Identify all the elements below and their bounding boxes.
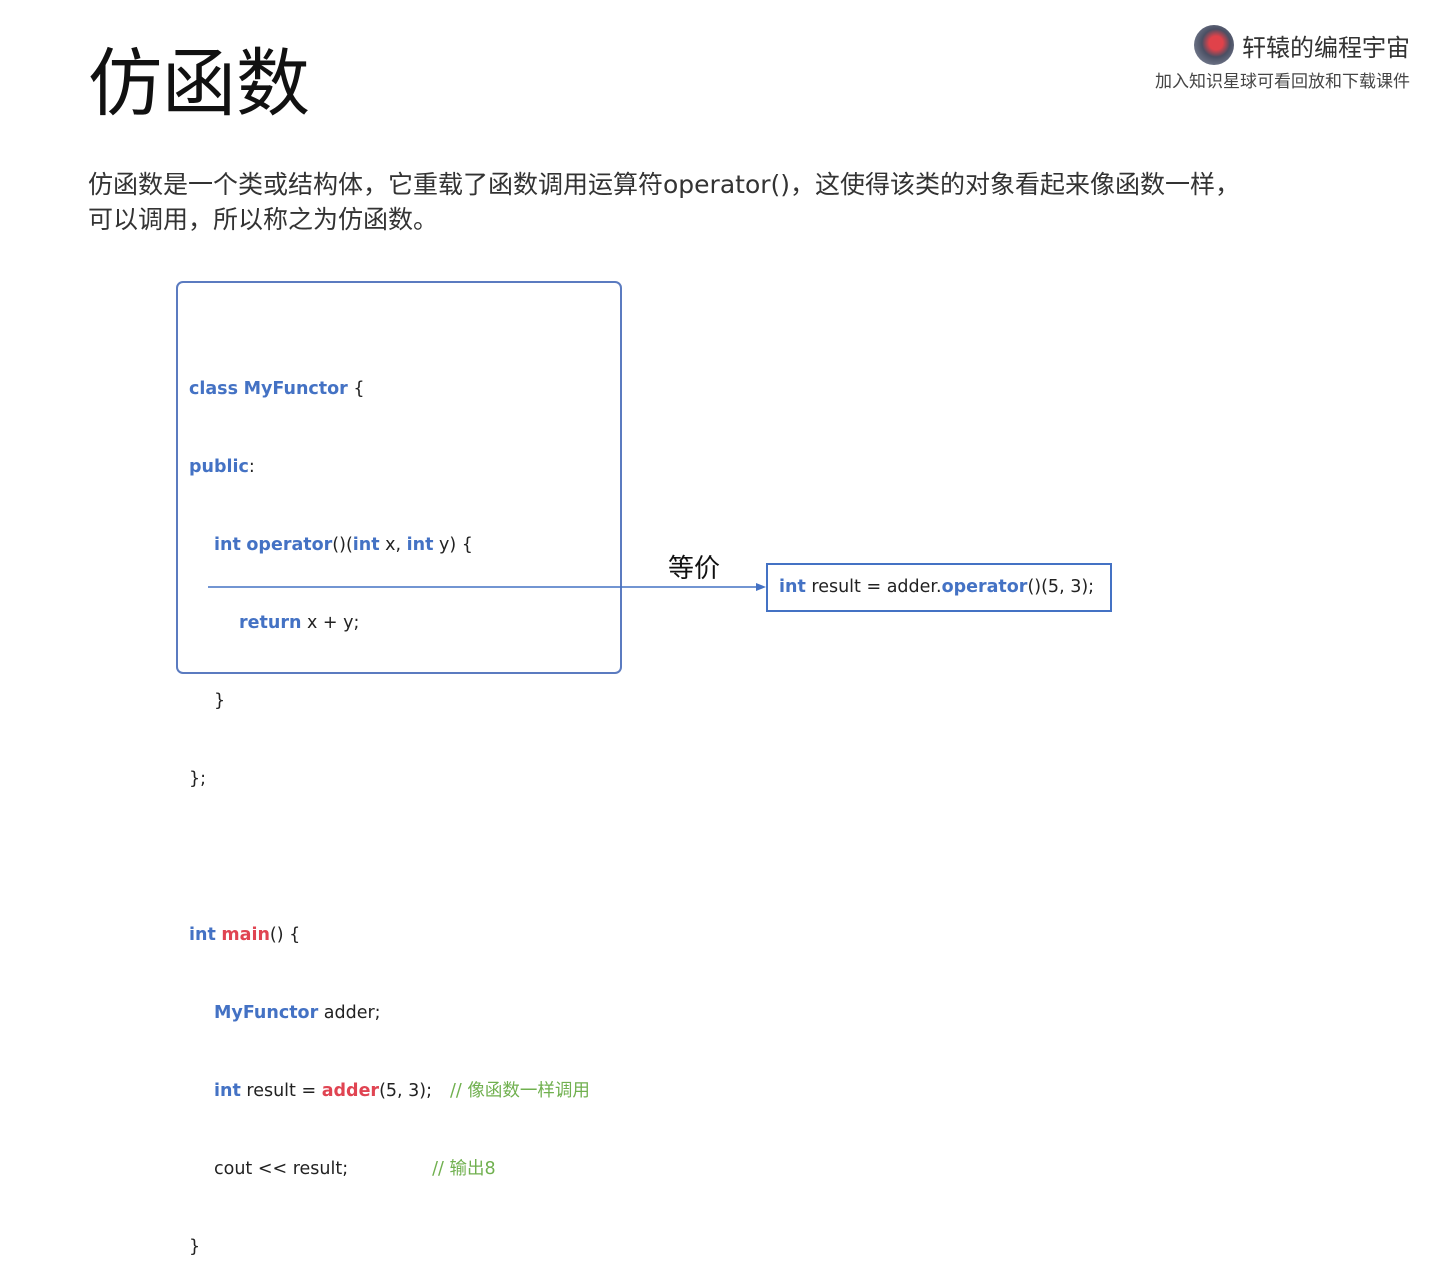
arrow-head: [756, 583, 766, 591]
code-text: ()(5, 3);: [1027, 577, 1095, 597]
code-text: cout << result;: [214, 1159, 349, 1179]
code-comment: // 输出8: [432, 1159, 496, 1179]
equivalent-code-box: int result = adder.operator()(5, 3);: [766, 563, 1112, 612]
code-comment: // 像函数一样调用: [450, 1081, 590, 1101]
code-text: }: [189, 1237, 201, 1257]
type-name: MyFunctor: [214, 1003, 319, 1023]
function-name: main: [221, 925, 270, 945]
code-text: result =: [240, 1081, 322, 1101]
code-text: () {: [269, 925, 301, 945]
code-line-11: cout << result; // 输出8: [189, 1156, 590, 1182]
equivalence-arrow: [208, 583, 766, 591]
function-name: adder: [321, 1081, 380, 1101]
code-line-8: int main() {: [189, 922, 590, 948]
keyword: int: [779, 577, 806, 597]
keyword: int: [189, 925, 216, 945]
code-line-12: }: [189, 1234, 590, 1260]
operator-name: operator: [941, 577, 1028, 597]
code-line-10: int result = adder(5, 3); // 像函数一样调用: [189, 1078, 590, 1104]
code-text: result = adder.: [805, 577, 942, 597]
code-text: (5, 3);: [379, 1081, 433, 1101]
code-text: adder;: [318, 1003, 381, 1023]
keyword: int: [214, 1081, 241, 1101]
code-line-9: MyFunctor adder;: [189, 1000, 590, 1026]
equivalent-label: 等价: [668, 554, 721, 584]
